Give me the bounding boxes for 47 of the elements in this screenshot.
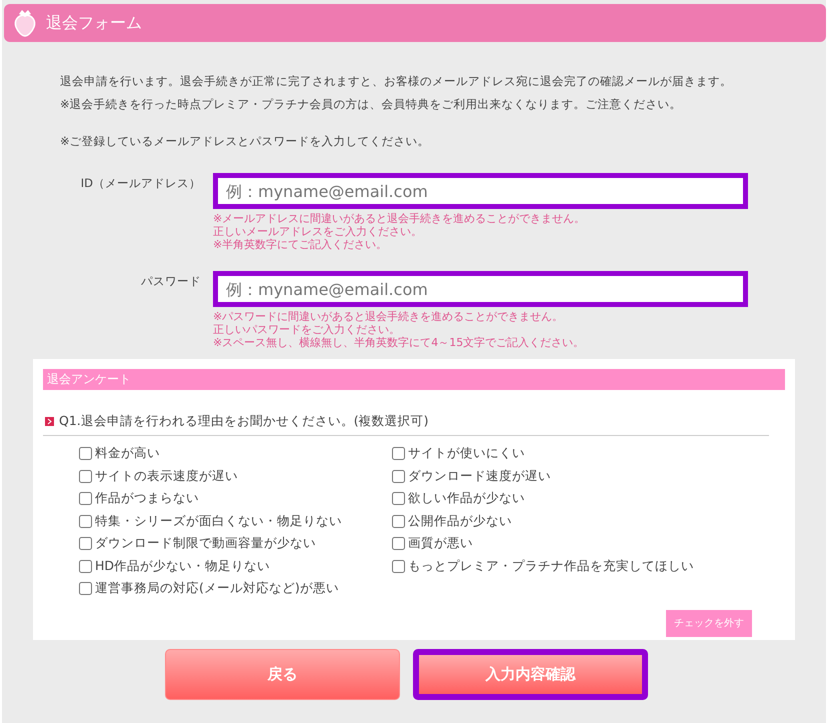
checkbox[interactable] [79, 492, 92, 505]
hint-text: 正しいパスワードをご入力ください。 [213, 323, 401, 336]
option-label: 公開作品が少ない [408, 512, 512, 530]
option-label: 特集・シリーズが面白くない・物足りない [95, 512, 342, 530]
instruction-text: ※ご登録しているメールアドレスとパスワードを入力してください。 [60, 133, 431, 150]
checkbox[interactable] [79, 582, 92, 595]
hint-text: ※スペース無し、横線無し、半角英数字にて4～15文字でご記入ください。 [213, 336, 586, 349]
field-label: パスワード [141, 274, 201, 288]
checkbox[interactable] [392, 470, 405, 482]
input-field[interactable]: 例：myname@email.com [213, 173, 748, 209]
option-label: 作品がつまらない [95, 489, 199, 508]
form-button[interactable]: 戻る [165, 649, 400, 700]
checkbox[interactable] [392, 447, 405, 460]
form-title: 退会フォーム [46, 12, 142, 34]
option-label: 料金が高い [95, 444, 160, 462]
option-label: サイトが使いにくい [408, 444, 525, 462]
checkbox[interactable] [79, 560, 92, 572]
checkbox[interactable] [79, 537, 92, 550]
arrow-icon [45, 416, 54, 426]
checkbox[interactable] [79, 470, 92, 482]
checkbox[interactable] [392, 492, 405, 505]
option-label: 運営事務局の対応(メール対応など)が悪い [95, 579, 339, 598]
checkbox[interactable] [79, 514, 92, 528]
hint-text: ※半角英数字にてご記入ください。 [213, 238, 388, 251]
option-label: 画質が悪い [408, 534, 473, 552]
option-label: もっとプレミア・プラチナ作品を充実してほしい [408, 556, 694, 575]
strawberry-icon [12, 9, 38, 37]
checkbox[interactable] [392, 537, 405, 550]
option-label: サイトの表示速度が遅い [95, 466, 238, 485]
checkbox[interactable] [392, 514, 405, 528]
hint-text: ※メールアドレスに間違いがあると退会手続きを進めることができません。 [213, 212, 586, 225]
checkbox[interactable] [392, 560, 405, 572]
input-field[interactable]: 例：myname@email.com [213, 271, 748, 307]
form-button[interactable]: 入力内容確認 [413, 649, 648, 700]
option-label: ダウンロード制限で動画容量が少ない [95, 534, 316, 552]
checkbox[interactable] [79, 447, 92, 460]
clear-checks-button[interactable]: チェックを外す [666, 610, 752, 638]
hint-text: ※パスワードに間違いがあると退会手続きを進めることができません。 [213, 310, 564, 323]
option-label: ダウンロード速度が遅い [408, 466, 551, 485]
field-label: ID（メールアドレス） [80, 176, 201, 190]
intro-text: 退会申請を行います。退会手続きが正常に完了されますと、お客様のメールアドレス宛に退会完了の確認メールが届きます。 [60, 73, 733, 90]
question-text: Q1.退会申請を行われる理由をお聞かせください。(複数選択可) [59, 412, 429, 430]
option-label: 欲しい作品が少ない [408, 489, 525, 508]
option-label: HD作品が少ない・物足りない [95, 556, 270, 575]
intro-text: ※退会手続きを行った時点プレミア・プラチナ会員の方は、会員特典をご利用出来なくなります。ご注意ください。 [60, 96, 683, 113]
survey-header: 退会アンケート [43, 369, 785, 390]
hint-text: 正しいメールアドレスをご入力ください。 [213, 225, 423, 238]
